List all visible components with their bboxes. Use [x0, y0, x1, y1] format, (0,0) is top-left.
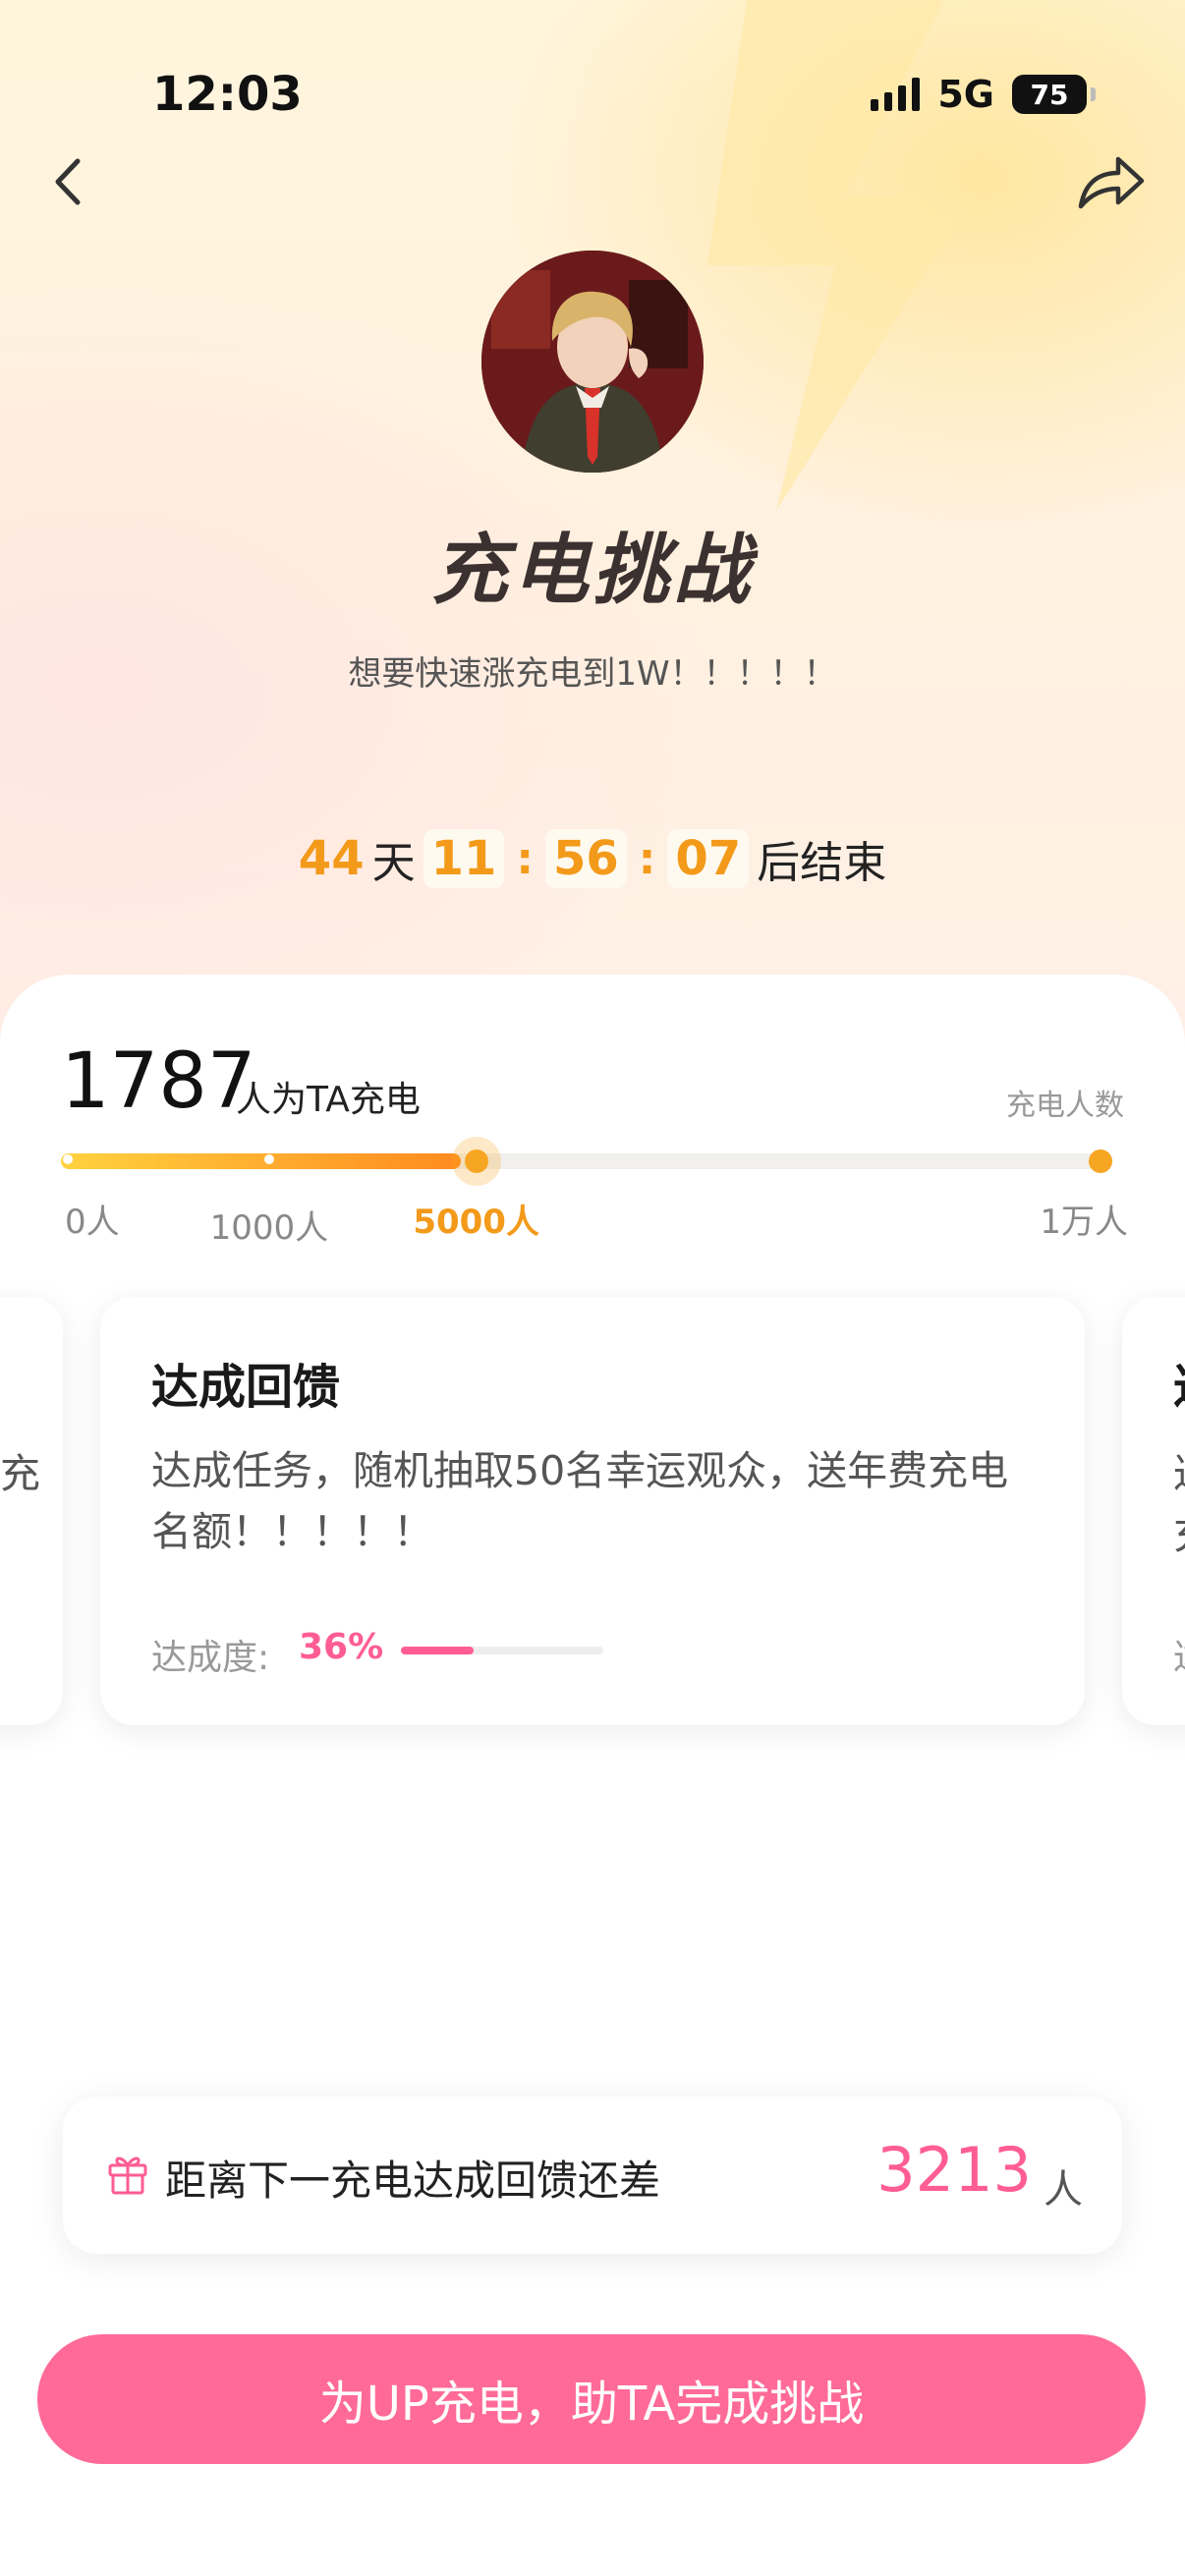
battery-icon: 75: [1012, 75, 1096, 114]
supporter-count-label: 人为TA充电: [236, 1080, 421, 1120]
milestone-label: 0人: [65, 1203, 120, 1242]
page-title: 充电挑战: [430, 527, 754, 615]
countdown-separator: :: [516, 833, 534, 884]
status-indicators: 5G 75: [871, 73, 1096, 116]
reward-card-next-title: 达: [1173, 1348, 1185, 1417]
back-button[interactable]: [44, 147, 93, 216]
progress-track: [61, 1153, 1112, 1169]
milestone-dot: [263, 1154, 274, 1164]
countdown-days-unit: 天: [371, 838, 416, 888]
milestone-label: 5000人: [413, 1203, 539, 1242]
countdown: 44 天 11 : 56 : 07 后结束: [0, 827, 1185, 890]
reward-progress-value: 36%: [299, 1627, 384, 1667]
reward-card-next-line: 充: [1173, 1501, 1185, 1560]
supporter-count: 1787: [61, 1037, 256, 1126]
supporter-count-caption: 充电人数: [1006, 1089, 1124, 1123]
status-time: 12:03: [152, 67, 303, 122]
reward-card-next-line: 达: [1173, 1440, 1185, 1499]
reward-card-prev[interactable]: 充: [0, 1297, 63, 1725]
countdown-minutes: 56: [545, 829, 627, 888]
charge-up-button[interactable]: 为UP充电，助TA完成挑战: [37, 2334, 1146, 2464]
avatar[interactable]: [481, 251, 704, 473]
reward-progress-label: 达成度:: [151, 1638, 270, 1678]
milestone-dot: [464, 1149, 488, 1173]
reward-card-next-line: 达: [1173, 1629, 1185, 1680]
challenge-subtitle: 想要快速涨充电到1W！！！！！: [348, 654, 837, 694]
progress-fill: [61, 1153, 461, 1169]
next-reward-unit: 人: [1044, 2167, 1083, 2212]
gift-icon: [108, 2156, 147, 2195]
milestone-label: 1万人: [1040, 1203, 1128, 1242]
next-reward-tip-text: 距离下一充电达成回馈还差: [165, 2156, 661, 2205]
countdown-seconds: 07: [667, 829, 750, 888]
reward-card-description: 达成任务，随机抽取50名幸运观众，送年费充电名额！！！！！: [151, 1447, 1009, 1555]
milestone-dot: [1089, 1149, 1112, 1173]
share-arrow-icon: [1078, 156, 1145, 209]
chevron-left-icon: [55, 158, 81, 205]
share-button[interactable]: [1071, 147, 1150, 216]
countdown-separator: :: [638, 833, 656, 884]
milestone-dot: [63, 1154, 73, 1164]
next-reward-remaining: 3213: [876, 2134, 1032, 2206]
reward-progress-track: [401, 1647, 603, 1654]
network-type: 5G: [937, 73, 994, 116]
next-reward-tip: 距离下一充电达成回馈还差 3213 人: [63, 2097, 1122, 2254]
reward-card-prev-text: 充: [0, 1450, 40, 1497]
countdown-suffix: 后结束: [757, 838, 887, 888]
signal-icon: [871, 78, 921, 111]
reward-card[interactable]: 达成回馈 达成任务，随机抽取50名幸运观众，送年费充电名额！！！！！ 达成度: …: [100, 1297, 1085, 1725]
countdown-hours: 11: [423, 829, 505, 888]
countdown-days: 44: [298, 831, 365, 886]
reward-card-next[interactable]: 达 达 充 达: [1122, 1297, 1185, 1725]
reward-progress-fill: [401, 1647, 475, 1654]
milestone-label: 1000人: [209, 1208, 329, 1248]
reward-card-title: 达成回馈: [151, 1360, 341, 1415]
avatar-image: [481, 251, 704, 473]
